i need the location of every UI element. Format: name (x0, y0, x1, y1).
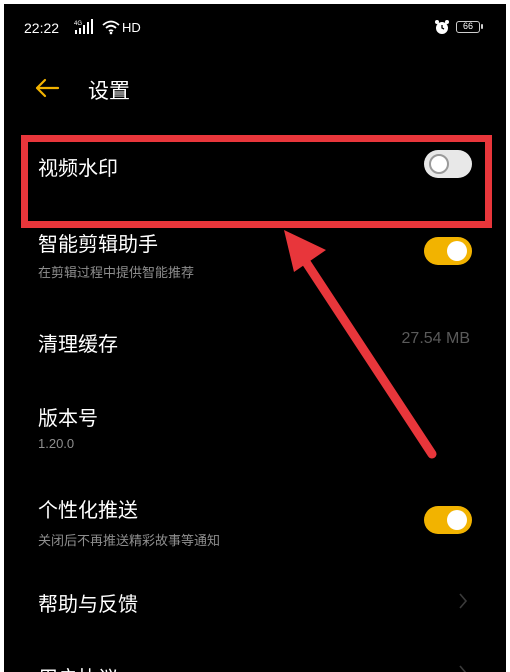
wifi-icon (102, 20, 120, 35)
settings-item-user-agreement[interactable]: 用户协议 (4, 656, 506, 672)
alarm-clock-icon (435, 20, 449, 34)
settings-item-smart-edit[interactable]: 智能剪辑助手 在剪辑过程中提供智能推荐 (4, 226, 506, 294)
chevron-right-icon (459, 665, 467, 672)
chevron-right-icon (459, 593, 468, 609)
network-label: 4G (74, 21, 82, 27)
settings-item-title: 版本号 (38, 406, 98, 430)
hd-indicator: HD (122, 20, 141, 35)
cache-size-value: 27.54 MB (401, 330, 470, 347)
toggle-knob (429, 154, 449, 174)
settings-item-personalized-push[interactable]: 个性化推送 关闭后不再推送精彩故事等通知 (4, 486, 506, 556)
smart-edit-toggle[interactable] (424, 237, 472, 265)
status-time: 22:22 (24, 20, 60, 36)
phone-screen: 22:22 4G HD 66 设置 视频水印 智能剪辑助手 在剪辑过程中提供智能… (4, 4, 506, 672)
settings-item-title: 智能剪辑助手 (38, 232, 158, 256)
toggle-knob (447, 510, 467, 530)
settings-item-title: 个性化推送 (38, 498, 138, 522)
settings-item-subtitle: 在剪辑过程中提供智能推荐 (38, 266, 195, 281)
page-title: 设置 (88, 79, 130, 103)
settings-item-version: 版本号 1.20.0 (4, 394, 506, 464)
personalized-push-toggle[interactable] (424, 506, 472, 534)
settings-item-subtitle: 关闭后不再推送精彩故事等通知 (38, 534, 221, 549)
toggle-knob (447, 241, 467, 261)
video-watermark-toggle[interactable] (424, 150, 472, 178)
settings-item-title: 清理缓存 (38, 332, 118, 356)
app-header: 设置 (4, 64, 506, 114)
settings-item-video-watermark[interactable]: 视频水印 (4, 144, 506, 224)
settings-item-title: 视频水印 (38, 156, 118, 180)
settings-item-help-feedback[interactable]: 帮助与反馈 (4, 576, 506, 632)
settings-item-clear-cache[interactable]: 清理缓存 27.54 MB (4, 314, 506, 370)
version-number: 1.20.0 (38, 436, 75, 451)
cellular-signal-icon: 4G (74, 19, 93, 34)
settings-item-title: 帮助与反馈 (38, 592, 138, 616)
settings-item-title: 用户协议 (38, 662, 118, 672)
arrow-left-icon[interactable] (34, 76, 60, 100)
battery-indicator: 66 (456, 21, 483, 33)
status-bar: 22:22 4G HD 66 (4, 4, 506, 56)
